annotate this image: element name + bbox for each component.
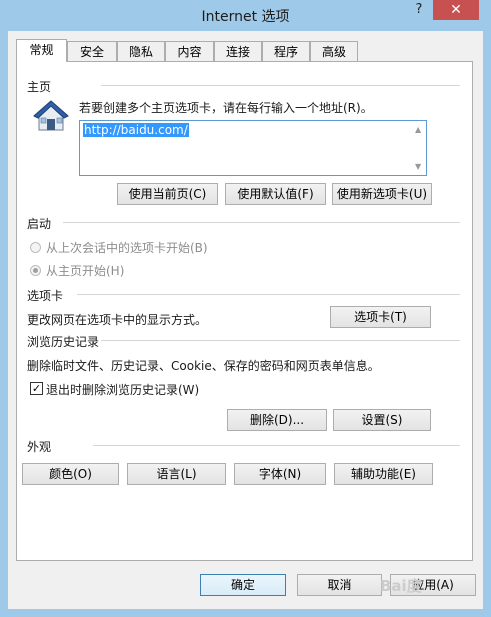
history-section-label: 浏览历史记录 — [27, 335, 100, 349]
delete-history-button[interactable]: 删除(D)... — [227, 409, 327, 431]
cancel-button[interactable]: 取消 — [297, 574, 382, 596]
tabs-section-label: 选项卡 — [27, 289, 64, 303]
watermark-logo: Bai度 — [380, 577, 422, 595]
tab-security[interactable]: 安全 — [67, 41, 117, 61]
home-icon — [33, 100, 69, 131]
scroll-up-icon[interactable]: ▲ — [415, 125, 421, 134]
colors-button[interactable]: 颜色(O) — [22, 463, 119, 485]
tab-programs[interactable]: 程序 — [262, 41, 310, 61]
dialog-client: 常规 安全 隐私 内容 连接 程序 高级 主页 若要创建多个主页选项卡，请在每行… — [8, 31, 483, 609]
radio-last-session[interactable] — [30, 242, 41, 253]
scroll-down-icon[interactable]: ▼ — [415, 162, 421, 171]
tab-privacy[interactable]: 隐私 — [117, 41, 165, 61]
radio-homepage[interactable] — [30, 265, 41, 276]
tabs-description: 更改网页在选项卡中的显示方式。 — [27, 313, 208, 327]
homepage-url-textarea[interactable]: http://baidu.com/ ▲ ▼ — [79, 120, 427, 176]
accessibility-button[interactable]: 辅助功能(E) — [334, 463, 433, 485]
use-new-tab-button[interactable]: 使用新选项卡(U) — [332, 183, 432, 205]
history-description: 删除临时文件、历史记录、Cookie、保存的密码和网页表单信息。 — [27, 359, 380, 373]
languages-button[interactable]: 语言(L) — [127, 463, 226, 485]
tabs-divider — [77, 294, 460, 295]
tab-general[interactable]: 常规 — [16, 39, 67, 62]
appearance-section-label: 外观 — [27, 440, 52, 454]
dialog-window: Internet 选项 ? ✕ 常规 安全 隐私 内容 连接 程序 高级 主页 — [0, 0, 491, 617]
delete-on-exit-checkbox[interactable]: ✓ — [30, 382, 43, 395]
tab-content[interactable]: 内容 — [165, 41, 214, 61]
startup-divider — [63, 222, 460, 223]
tabs-settings-button[interactable]: 选项卡(T) — [330, 306, 431, 328]
homepage-url-value: http://baidu.com/ — [83, 123, 189, 137]
fonts-button[interactable]: 字体(N) — [234, 463, 326, 485]
history-divider — [101, 340, 460, 341]
tab-advanced[interactable]: 高级 — [310, 41, 358, 61]
history-settings-button[interactable]: 设置(S) — [333, 409, 431, 431]
title-bar[interactable]: Internet 选项 ? ✕ — [0, 0, 491, 30]
textarea-scrollbar[interactable]: ▲ ▼ — [412, 121, 426, 175]
use-current-button[interactable]: 使用当前页(C) — [117, 183, 218, 205]
radio-last-session-label: 从上次会话中的选项卡开始(B) — [46, 241, 208, 255]
startup-section-label: 启动 — [27, 217, 52, 231]
ok-button[interactable]: 确定 — [200, 574, 286, 596]
tab-connections[interactable]: 连接 — [214, 41, 262, 61]
delete-on-exit-label: 退出时删除浏览历史记录(W) — [46, 383, 200, 397]
use-default-button[interactable]: 使用默认值(F) — [225, 183, 326, 205]
radio-selected-dot — [33, 268, 38, 273]
homepage-instruction: 若要创建多个主页选项卡，请在每行输入一个地址(R)。 — [79, 101, 373, 115]
help-button[interactable]: ? — [408, 0, 430, 20]
homepage-section-label: 主页 — [27, 80, 52, 94]
close-button[interactable]: ✕ — [433, 0, 479, 20]
appearance-divider — [93, 445, 460, 446]
homepage-divider — [101, 85, 460, 86]
radio-homepage-label: 从主页开始(H) — [46, 264, 125, 278]
general-tab-panel: 主页 若要创建多个主页选项卡，请在每行输入一个地址(R)。 http://bai… — [16, 61, 473, 561]
